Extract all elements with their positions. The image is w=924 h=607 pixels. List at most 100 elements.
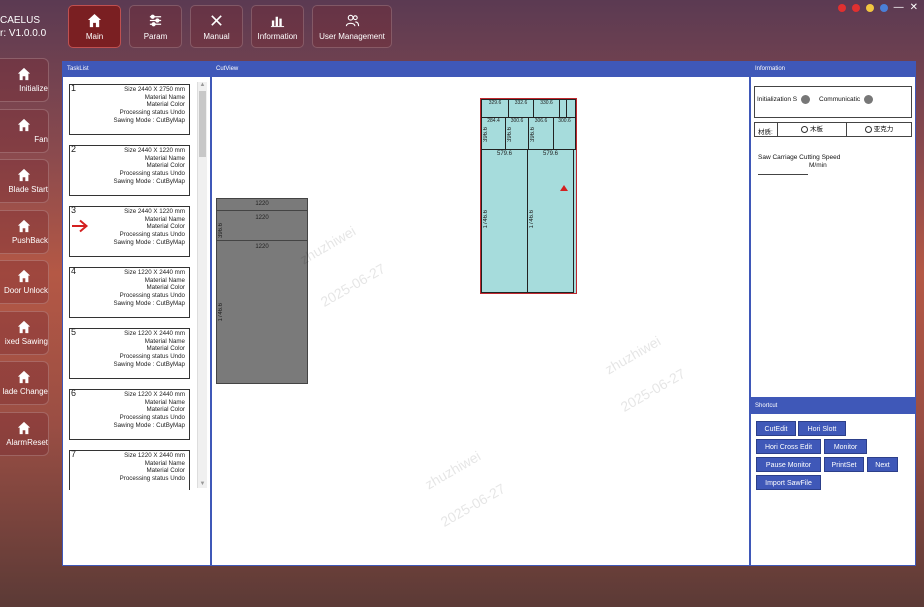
task-item-5[interactable]: 5 Size 1220 X 2440 mm Material Name Mate…	[69, 328, 190, 379]
part-dimension: 300.6	[510, 118, 524, 124]
part-dimension: 332.6	[514, 100, 528, 106]
language-icon[interactable]	[879, 3, 888, 12]
cut-edit-button[interactable]: CutEdit	[756, 421, 796, 436]
radio-icon	[801, 125, 808, 133]
task-item-3[interactable]: 3 Size 2440 X 1220 mm Material Name Mate…	[69, 206, 190, 257]
part-cell[interactable]: 300.6 396.6	[505, 117, 529, 150]
watermark-date: 2025-06-27	[437, 480, 508, 530]
task-size: Size 1220 X 2440 mm	[124, 330, 185, 337]
brand-name: CAELUS	[0, 15, 41, 26]
task-list[interactable]: 1 Size 2440 X 2750 mm Material Name Mate…	[69, 84, 205, 490]
part-dimension: 300.6	[558, 118, 571, 124]
material-option-wood[interactable]: 木板	[777, 123, 847, 136]
fixed-sawing-label: ixed Sawing	[4, 336, 48, 346]
part-width: 579.6	[542, 151, 558, 157]
task-mode: Sawing Mode : CutByMap	[113, 177, 185, 185]
task-status: Processing status Undo	[119, 292, 185, 300]
saw-position-marker-icon	[560, 185, 568, 191]
nav-param-label: Param	[143, 31, 168, 41]
home-icon	[87, 13, 102, 27]
minimize-icon[interactable]: —	[894, 2, 904, 13]
scrollbar-thumb[interactable]	[199, 91, 206, 157]
nav-user-management-button[interactable]: User Management	[312, 5, 392, 48]
home-icon	[17, 67, 31, 81]
blade-change-button[interactable]: lade Change	[0, 361, 49, 405]
comm-status-indicator-icon	[864, 95, 874, 104]
task-item-2[interactable]: 2 Size 2440 X 1220 mm Material Name Mate…	[69, 145, 190, 196]
part-cell[interactable]: 579.6 1746.6	[481, 149, 528, 293]
part-cell[interactable]: 329.6	[481, 99, 509, 118]
radio-icon	[864, 125, 872, 133]
part-cell[interactable]	[566, 99, 576, 118]
brand-block: CAELUS r: V1.0.0.0	[0, 14, 46, 40]
initialize-button[interactable]: Initialize	[0, 58, 49, 102]
part-cell[interactable]: 284.4 396.6	[481, 117, 506, 150]
material-option-acrylic[interactable]: 亚克力	[847, 123, 911, 136]
part-height: 1746.6	[529, 210, 535, 229]
task-number: 1	[71, 84, 77, 93]
pushback-button[interactable]: PushBack	[0, 209, 49, 254]
tasklist-header: TaskList	[63, 62, 210, 77]
door-unlock-button[interactable]: Door Unlock	[0, 260, 49, 304]
part-cell[interactable]: 330.6	[533, 99, 560, 118]
nav-information-button[interactable]: Information	[251, 5, 304, 48]
left-sidebar: Initialize Fan Blade Start PushBack Door…	[0, 58, 49, 462]
alarm-reset-button[interactable]: AlarmReset	[0, 411, 49, 456]
shortcut-panel: Shortcut CutEdit Hori Slott Hori Cross E…	[750, 398, 916, 566]
task-color: Material Color	[146, 406, 185, 414]
nav-main-button[interactable]: Main	[68, 5, 121, 48]
tasklist-scrollbar[interactable]: ▲ ▼	[197, 82, 207, 488]
task-item-7[interactable]: 7 Size 1220 X 2440 mm Material Name Mate…	[69, 450, 190, 490]
task-size: Size 1220 X 2440 mm	[124, 391, 185, 398]
part-height: 1746.6	[483, 210, 489, 229]
close-icon[interactable]: ✕	[910, 2, 918, 13]
fixed-sawing-button[interactable]: ixed Sawing	[0, 310, 49, 355]
part-cell[interactable]: 306.6 396.6	[528, 117, 554, 150]
next-button[interactable]: Next	[867, 457, 898, 472]
task-status: Processing status Undo	[119, 353, 185, 361]
nav-manual-button[interactable]: Manual	[190, 5, 243, 48]
scroll-up-icon[interactable]: ▲	[199, 82, 206, 89]
task-mode: Sawing Mode : CutByMap	[113, 116, 185, 124]
home-icon	[17, 370, 31, 384]
part-dimension: 306.6	[534, 118, 548, 124]
task-status: Processing status Undo	[119, 414, 185, 422]
speed-value	[758, 170, 808, 175]
task-mode: Sawing Mode : CutByMap	[113, 360, 185, 368]
status-box: Initialization S Communicatic	[754, 86, 912, 118]
blade-start-button[interactable]: Blade Start	[0, 159, 49, 203]
nav-param-button[interactable]: Param	[129, 5, 182, 48]
hori-slott-button[interactable]: Hori Slott	[798, 421, 846, 436]
part-cell[interactable]: 579.6 1746.6	[527, 149, 574, 293]
monitor-button[interactable]: Monitor	[824, 439, 867, 454]
nav-manual-label: Manual	[203, 31, 230, 41]
fan-button[interactable]: Fan	[0, 108, 49, 153]
fan-label: Fan	[34, 134, 48, 144]
material-selector: 材质: 木板 亚克力	[754, 122, 912, 137]
finished-sheet: 1220 1220 1220 396.6 1746.6	[216, 198, 308, 384]
watermark-date: 2025-06-27	[617, 365, 688, 415]
import-sawfile-button[interactable]: Import SawFile	[756, 475, 821, 490]
nav-information-label: Information	[257, 31, 298, 41]
nav-user-management-label: User Management	[319, 31, 385, 41]
task-color: Material Color	[146, 284, 185, 292]
task-number: 2	[71, 144, 77, 154]
part-cell[interactable]: 332.6	[508, 99, 534, 118]
scroll-down-icon[interactable]: ▼	[199, 481, 206, 488]
acrylic-option-label: 亚克力	[873, 126, 894, 133]
print-set-button[interactable]: PrintSet	[824, 457, 864, 472]
comm-status-label: Communicatic	[819, 96, 861, 104]
hori-cross-edit-button[interactable]: Hori Cross Edit	[756, 439, 821, 454]
part-dimension: 330.6	[540, 100, 553, 106]
part-width: 579.6	[496, 151, 512, 157]
cutview-canvas[interactable]: 1220 1220 1220 396.6 1746.6 329.6 332.6 …	[212, 77, 749, 565]
pause-monitor-button[interactable]: Pause Monitor	[756, 457, 821, 472]
sun-icon[interactable]	[865, 3, 874, 12]
task-item-4[interactable]: 4 Size 1220 X 2440 mm Material Name Mate…	[69, 267, 190, 318]
cutview-panel: CutView 1220 1220 1220 396.6 1746.6 329.…	[211, 61, 750, 566]
home-icon	[17, 421, 31, 434]
current-task-arrow-icon	[72, 219, 89, 233]
task-item-1[interactable]: 1 Size 2440 X 2750 mm Material Name Mate…	[69, 84, 190, 135]
task-item-6[interactable]: 6 Size 1220 X 2440 mm Material Name Mate…	[69, 389, 190, 440]
part-cell[interactable]: 300.6	[553, 117, 576, 150]
